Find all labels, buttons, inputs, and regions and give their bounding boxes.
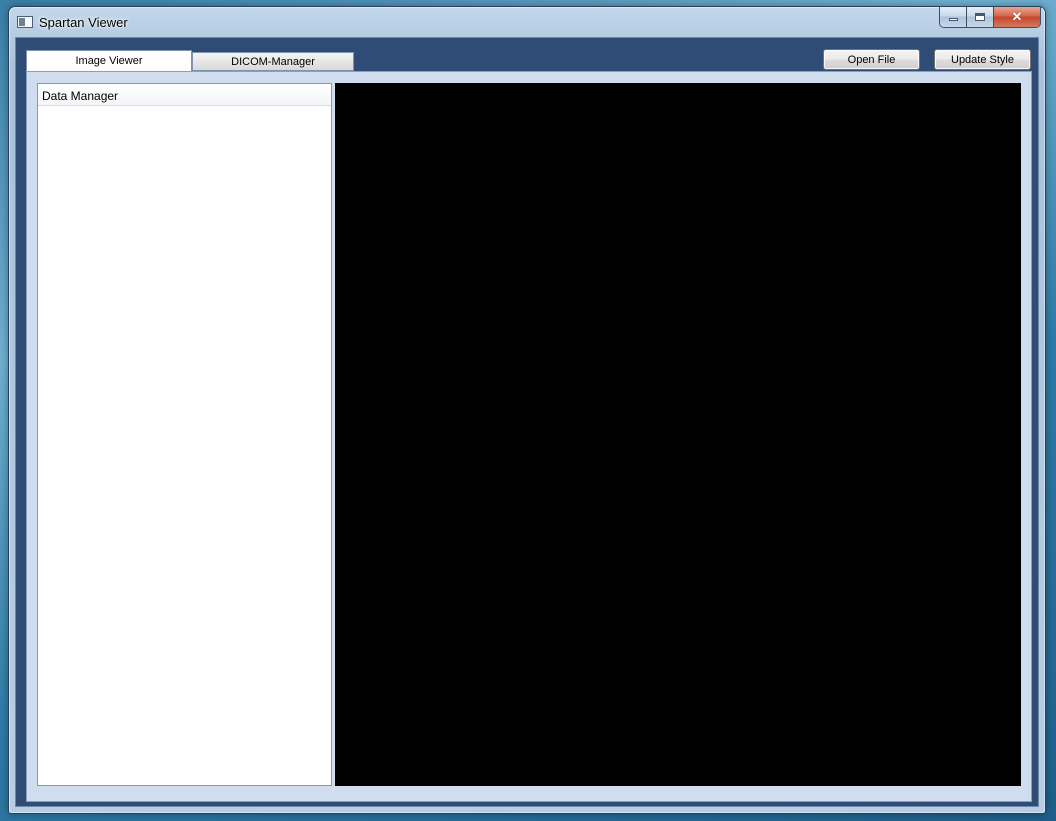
- tab-dicom-manager[interactable]: DICOM-Manager: [192, 52, 354, 71]
- title-bar[interactable]: Spartan Viewer ✕: [9, 7, 1045, 37]
- open-file-button[interactable]: Open File: [823, 49, 920, 70]
- app-window-icon[interactable]: [17, 16, 33, 28]
- data-manager-header[interactable]: Data Manager: [38, 84, 331, 106]
- maximize-icon: [975, 13, 985, 21]
- minimize-icon: [948, 18, 958, 21]
- image-viewer-panel: Data Manager: [26, 71, 1032, 802]
- close-icon: ✕: [1011, 9, 1023, 24]
- app-window: Spartan Viewer ✕ Image Viewer DICOM-Mana…: [8, 6, 1046, 814]
- tab-image-viewer[interactable]: Image Viewer: [26, 50, 192, 71]
- data-manager-list[interactable]: Data Manager: [37, 83, 332, 786]
- maximize-button[interactable]: [967, 7, 994, 27]
- image-render-view[interactable]: [335, 83, 1021, 786]
- caption-buttons: ✕: [939, 7, 1041, 28]
- main-client-area: Image Viewer DICOM-Manager Open File Upd…: [15, 37, 1039, 807]
- window-title: Spartan Viewer: [39, 15, 128, 30]
- minimize-button[interactable]: [940, 7, 967, 27]
- update-style-button[interactable]: Update Style: [934, 49, 1031, 70]
- close-button[interactable]: ✕: [994, 7, 1040, 27]
